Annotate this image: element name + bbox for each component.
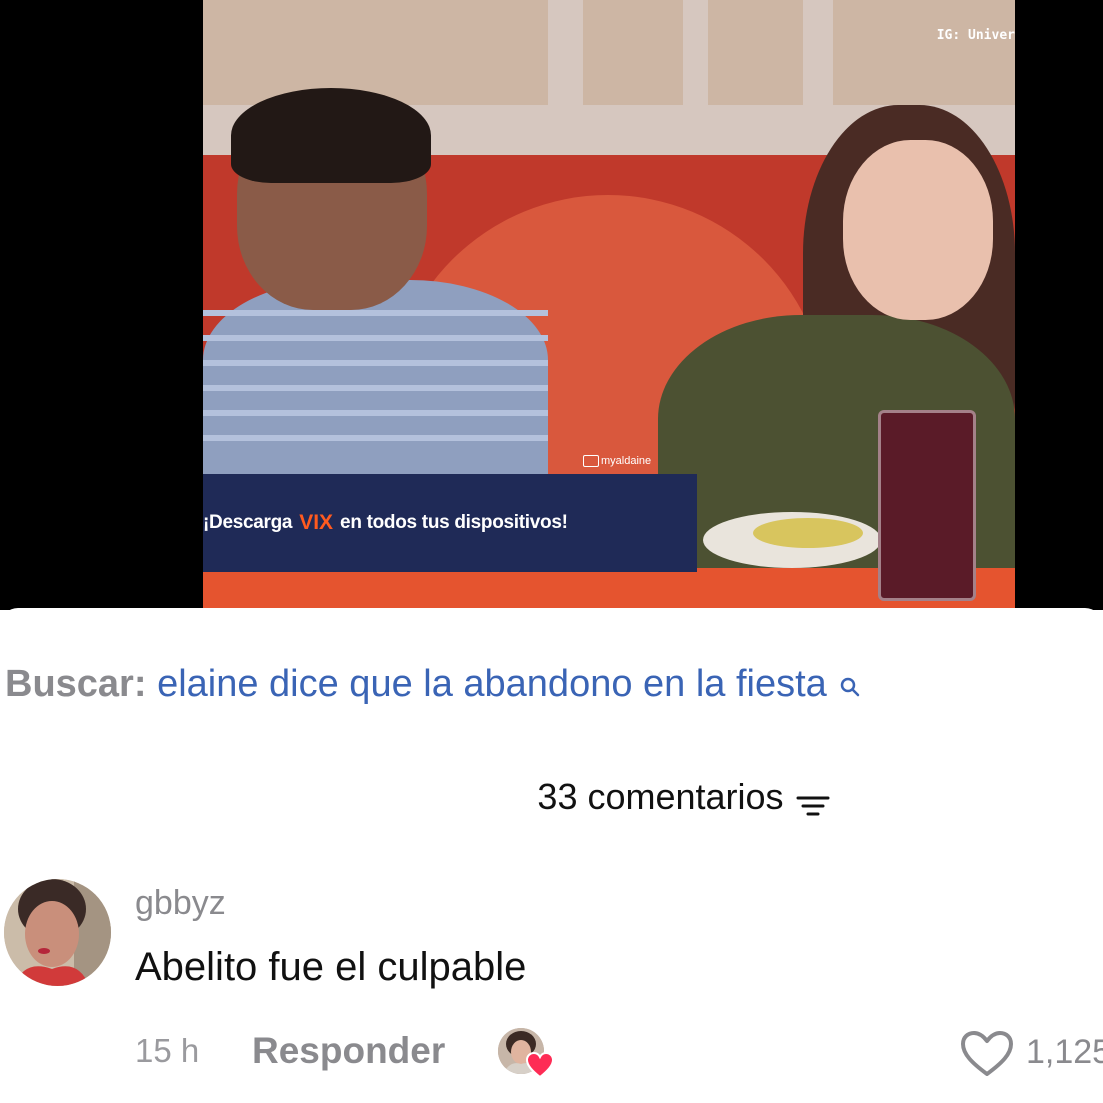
person-right-face [843, 140, 993, 320]
comment-text: Abelito fue el culpable [135, 945, 527, 989]
promo-suffix: en todos tus dispositivos! [340, 512, 568, 533]
heart-outline-icon[interactable] [960, 1030, 1014, 1078]
comments-header: 33 comentarios [0, 774, 1103, 820]
avatar[interactable] [4, 879, 111, 986]
instagram-watermark: myaldaine [583, 455, 652, 468]
comment-count: 33 comentarios [537, 776, 784, 817]
camera-icon [583, 455, 599, 468]
video-frame: IG: Univer myaldaine ¡Descarga VIX en to… [203, 0, 1015, 608]
like-count: 1,125 [1026, 1033, 1103, 1071]
video-player[interactable]: IG: Univer myaldaine ¡Descarga VIX en to… [0, 0, 1103, 610]
filter-icon[interactable] [796, 784, 830, 816]
instagram-handle: myaldaine [601, 455, 652, 467]
ig-watermark: IG: Univer [936, 28, 1015, 43]
wall-panel [708, 0, 803, 105]
person-left-shirt [203, 280, 548, 480]
reply-button[interactable]: Responder [252, 1030, 445, 1072]
promo-prefix: ¡Descarga [203, 512, 293, 533]
wall-panel [203, 0, 548, 105]
wall-panel [583, 0, 683, 105]
heart-icon [526, 1052, 554, 1078]
wall-panel [833, 0, 1015, 105]
search-icon[interactable] [839, 663, 861, 697]
food [753, 518, 863, 548]
liked-by-creator-badge [498, 1028, 554, 1078]
comment-username[interactable]: gbbyz [135, 884, 226, 923]
search-prefix: Buscar: [5, 663, 147, 705]
comment-timestamp: 15 h [135, 1032, 200, 1069]
drink-glass [878, 410, 976, 601]
person-left-hair [231, 88, 431, 183]
promo-banner: ¡Descarga VIX en todos tus dispositivos! [203, 474, 697, 572]
vix-logo: VIX [299, 511, 334, 534]
search-query-link[interactable]: elaine dice que la abandono en la fiesta [157, 663, 827, 705]
search-suggestion[interactable]: Buscar: elaine dice que la abandono en l… [5, 661, 861, 707]
